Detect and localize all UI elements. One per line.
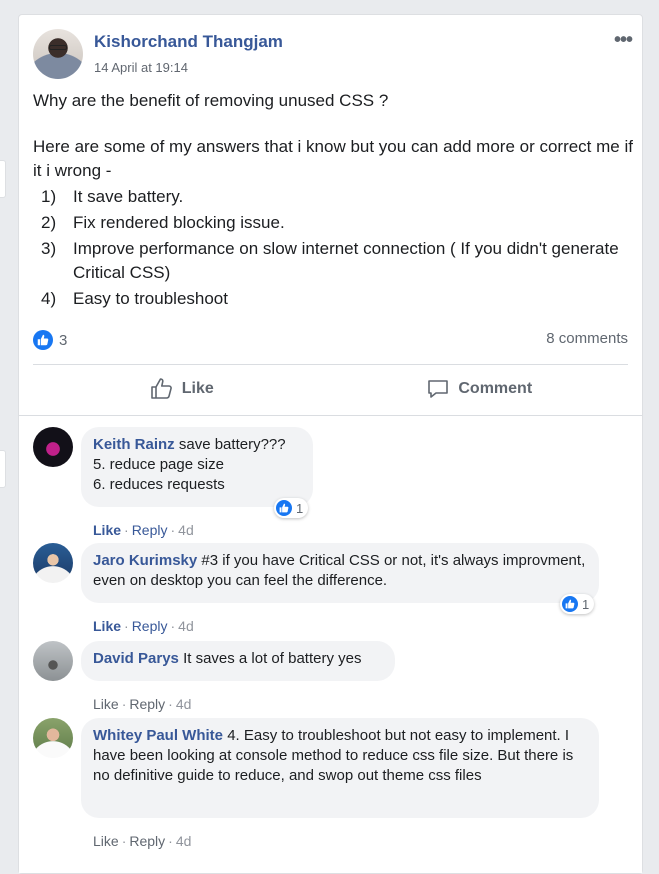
- commenter-name[interactable]: Keith Rainz: [93, 436, 175, 453]
- comment-text: 6. reduces requests: [93, 476, 225, 493]
- post-header: Kishorchand Thangjam 14 April at 19:14 •…: [33, 29, 633, 79]
- comment-actions: Like · Reply · 4d: [93, 696, 192, 712]
- comment-count-link[interactable]: 8 comments: [546, 330, 628, 347]
- comment-like-link[interactable]: Like: [93, 618, 121, 634]
- reaction-count: 3: [59, 331, 68, 349]
- comment-reaction-count: 1: [296, 500, 304, 516]
- commenter-name[interactable]: Whitey Paul White: [93, 727, 223, 744]
- author-avatar[interactable]: [33, 29, 83, 79]
- divider: [33, 364, 628, 365]
- background-panel-edge: [0, 160, 6, 198]
- like-reaction-icon: [562, 596, 578, 612]
- commenter-avatar[interactable]: [33, 718, 73, 758]
- background-panel-edge: [0, 450, 6, 488]
- comment-button-label: Comment: [458, 380, 533, 397]
- commenter-avatar[interactable]: [33, 641, 73, 681]
- more-options-icon[interactable]: •••: [614, 30, 633, 50]
- comment-reaction-badge[interactable]: 1: [560, 594, 595, 614]
- comment-bubble: Jaro Kurimsky #3 if you have Critical CS…: [81, 543, 599, 603]
- comment-like-link[interactable]: Like: [93, 696, 119, 712]
- comment-icon: [428, 380, 449, 398]
- comment-age[interactable]: 4d: [178, 618, 194, 634]
- post-intro: Here are some of my answers that i know …: [33, 137, 633, 180]
- comment-text: It saves a lot of battery yes: [183, 650, 362, 667]
- commenter-name[interactable]: Jaro Kurimsky: [93, 552, 197, 569]
- comments-section: Keith Rainz save battery??? 5. reduce pa…: [19, 415, 642, 873]
- comment-reaction-badge[interactable]: 1: [274, 498, 309, 518]
- comment-button[interactable]: Comment: [331, 366, 629, 412]
- reaction-summary[interactable]: 3: [33, 329, 67, 351]
- comment-age[interactable]: 4d: [178, 522, 194, 538]
- list-item: 3) Improve performance on slow internet c…: [41, 239, 619, 282]
- post-text: Why are the benefit of removing unused C…: [33, 89, 633, 313]
- like-button-label: Like: [181, 380, 214, 397]
- comment-reply-link[interactable]: Reply: [132, 522, 168, 538]
- comment-actions: Like · Reply · 4d: [93, 522, 194, 538]
- comment-reply-link[interactable]: Reply: [132, 618, 168, 634]
- comment-text: save battery???: [178, 436, 286, 453]
- list-item: 1) It save battery.: [41, 187, 184, 206]
- list-item: 4) Easy to troubleshoot: [41, 289, 228, 308]
- action-bar: Like Comment: [33, 366, 628, 412]
- comment-like-link[interactable]: Like: [93, 833, 119, 849]
- post-question: Why are the benefit of removing unused C…: [33, 91, 389, 110]
- post-card: Kishorchand Thangjam 14 April at 19:14 •…: [18, 14, 643, 874]
- comment-like-link[interactable]: Like: [93, 522, 121, 538]
- comment-age[interactable]: 4d: [176, 833, 192, 849]
- comment-bubble: David Parys It saves a lot of battery ye…: [81, 641, 395, 681]
- comment-bubble: Keith Rainz save battery??? 5. reduce pa…: [81, 427, 313, 507]
- comment-actions: Like · Reply · 4d: [93, 618, 194, 634]
- commenter-avatar[interactable]: [33, 543, 73, 583]
- list-item: 2) Fix rendered blocking issue.: [41, 213, 285, 232]
- like-reaction-icon: [33, 330, 53, 350]
- commenter-avatar[interactable]: [33, 427, 73, 467]
- like-reaction-icon: [276, 500, 292, 516]
- commenter-name[interactable]: David Parys: [93, 650, 179, 667]
- like-button[interactable]: Like: [33, 366, 331, 412]
- post-timestamp[interactable]: 14 April at 19:14: [94, 60, 188, 75]
- comment-bubble: Whitey Paul White 4. Easy to troubleshoo…: [81, 718, 599, 818]
- thumbs-up-icon: [150, 378, 172, 399]
- comment-actions: Like · Reply · 4d: [93, 833, 192, 849]
- comment-reply-link[interactable]: Reply: [129, 833, 165, 849]
- author-name[interactable]: Kishorchand Thangjam: [94, 32, 283, 52]
- post-points-list: 1) It save battery. 2) Fix rendered blocki…: [33, 185, 633, 311]
- comment-text: 5. reduce page size: [93, 456, 224, 473]
- comment-reply-link[interactable]: Reply: [129, 696, 165, 712]
- comment-reaction-count: 1: [582, 596, 590, 612]
- comment-age[interactable]: 4d: [176, 696, 192, 712]
